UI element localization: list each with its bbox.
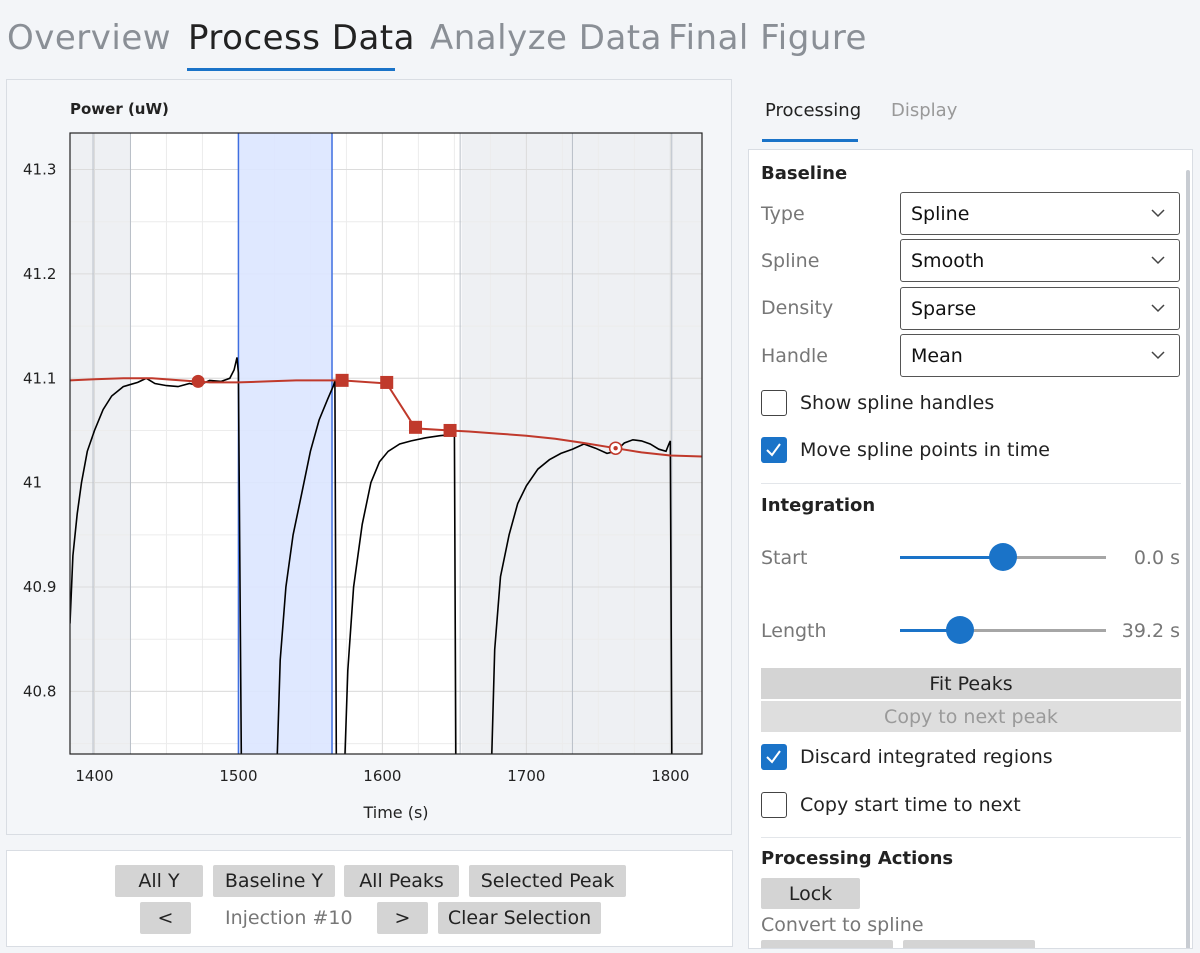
type-select-value: Spline <box>911 202 970 225</box>
processing-settings: Baseline Type Spline Spline Smooth Densi… <box>748 149 1193 949</box>
spline-point-0[interactable] <box>191 374 205 388</box>
start-slider-thumb[interactable] <box>989 543 1017 571</box>
active-subtab-indicator <box>762 139 858 142</box>
start-label: Start <box>761 547 808 569</box>
checkbox-box[interactable] <box>761 437 787 463</box>
y-tick-label: 40.9 <box>23 578 56 596</box>
move-spline-points-checkbox[interactable]: Move spline points in time <box>761 435 1050 465</box>
divider <box>761 483 1181 484</box>
start-slider[interactable] <box>900 543 1106 571</box>
baseline-y-button[interactable]: Baseline Y <box>213 865 335 897</box>
spline-point-2[interactable] <box>380 375 394 389</box>
injection-label: Injection #10 <box>225 907 353 929</box>
plot-panel: 1400 1500 1600 1700 1800 40.8 40.9 41 41.1 41.2 41… <box>6 79 732 835</box>
all-y-button[interactable]: All Y <box>115 865 203 897</box>
checkmark-icon <box>766 750 781 764</box>
tab-analyze-data[interactable]: Analyze Data <box>430 18 662 58</box>
next-injection-button[interactable]: > <box>377 902 428 934</box>
discard-integrated-regions-label: Discard integrated regions <box>800 746 1053 768</box>
x-tick-label: 1700 <box>507 767 545 785</box>
y-tick-label: 41.2 <box>23 265 56 283</box>
handle-select-value: Mean <box>911 344 963 367</box>
copy-to-next-peak-button[interactable]: Copy to next peak <box>761 701 1181 732</box>
y-tick-label: 41.1 <box>23 369 56 387</box>
start-value: 0.0 s <box>1133 547 1180 569</box>
divider <box>761 837 1181 838</box>
length-slider-thumb[interactable] <box>945 616 974 644</box>
spline-select-value: Smooth <box>911 249 985 272</box>
y-tick-label: 40.8 <box>23 682 56 700</box>
tab-processing[interactable]: Processing <box>765 100 861 121</box>
active-tab-indicator <box>187 68 395 71</box>
spline-label: Spline <box>761 250 820 272</box>
handle-select[interactable]: Mean <box>900 334 1180 377</box>
settings-scrollbar[interactable] <box>1186 170 1190 948</box>
checkmark-icon <box>766 443 781 457</box>
tab-overview[interactable]: Overview <box>7 18 171 58</box>
convert-button-partial[interactable] <box>761 940 893 948</box>
x-tick-label: 1400 <box>75 767 113 785</box>
x-tick-label: 1800 <box>651 767 689 785</box>
shaded-region-0 <box>70 133 131 754</box>
start-slider-fill <box>900 556 1003 559</box>
processing-actions-heading: Processing Actions <box>761 848 954 869</box>
convert-to-spline-label: Convert to spline <box>761 914 924 936</box>
selected-region[interactable] <box>238 133 333 754</box>
show-spline-handles-checkbox[interactable]: Show spline handles <box>761 388 994 418</box>
density-select-value: Sparse <box>911 297 977 320</box>
copy-start-time-label: Copy start time to next <box>800 794 1021 816</box>
spline-point-3[interactable] <box>409 420 423 434</box>
checkbox-box[interactable] <box>761 792 787 818</box>
spline-point-4[interactable] <box>443 423 457 437</box>
chevron-down-icon <box>1151 209 1165 218</box>
spline-point-1[interactable] <box>335 373 349 387</box>
chevron-down-icon <box>1151 256 1165 265</box>
lock-button[interactable]: Lock <box>761 878 860 909</box>
length-slider[interactable] <box>900 616 1106 644</box>
handle-label: Handle <box>761 345 829 367</box>
tab-display[interactable]: Display <box>891 100 957 121</box>
chevron-down-icon <box>1151 304 1165 313</box>
y-axis-label: Power (uW) <box>70 100 169 118</box>
integration-heading: Integration <box>761 495 876 516</box>
length-label: Length <box>761 620 827 642</box>
clear-selection-button[interactable]: Clear Selection <box>438 902 601 934</box>
convert-button-partial-2[interactable] <box>903 940 1035 948</box>
checkbox-box[interactable] <box>761 390 787 416</box>
selected-peak-button[interactable]: Selected Peak <box>469 865 626 897</box>
settings-tabs: Processing Display <box>748 90 1188 142</box>
tab-final-figure[interactable]: Final Figure <box>668 18 867 58</box>
prev-injection-button[interactable]: < <box>140 902 191 934</box>
discard-integrated-regions-checkbox[interactable]: Discard integrated regions <box>761 742 1053 772</box>
spline-select[interactable]: Smooth <box>900 239 1180 282</box>
type-select[interactable]: Spline <box>900 192 1180 235</box>
move-spline-points-label: Move spline points in time <box>800 439 1050 461</box>
plot-controls: All Y Baseline Y All Peaks Selected Peak… <box>6 850 733 947</box>
type-label: Type <box>761 203 805 225</box>
y-tick-label: 41.3 <box>23 161 56 179</box>
x-tick-label: 1600 <box>363 767 401 785</box>
density-select[interactable]: Sparse <box>900 287 1180 330</box>
main-tabs: Overview Process Data Analyze Data Final… <box>0 0 1200 78</box>
spline-point-center-5 <box>613 445 618 451</box>
show-spline-handles-label: Show spline handles <box>800 392 995 414</box>
fit-peaks-button[interactable]: Fit Peaks <box>761 668 1181 699</box>
tab-process-data[interactable]: Process Data <box>188 18 415 58</box>
copy-start-time-checkbox[interactable]: Copy start time to next <box>761 790 1021 820</box>
chevron-down-icon <box>1151 351 1165 360</box>
baseline-heading: Baseline <box>761 163 848 184</box>
y-tick-label: 41 <box>23 474 42 492</box>
x-tick-label: 1500 <box>219 767 257 785</box>
x-axis-label: Time (s) <box>362 803 428 822</box>
all-peaks-button[interactable]: All Peaks <box>344 865 459 897</box>
length-value: 39.2 s <box>1121 620 1180 642</box>
density-label: Density <box>761 297 834 319</box>
checkbox-box[interactable] <box>761 744 787 770</box>
power-chart[interactable]: 1400 1500 1600 1700 1800 40.8 40.9 41 41.1 41.2 41… <box>7 80 733 836</box>
